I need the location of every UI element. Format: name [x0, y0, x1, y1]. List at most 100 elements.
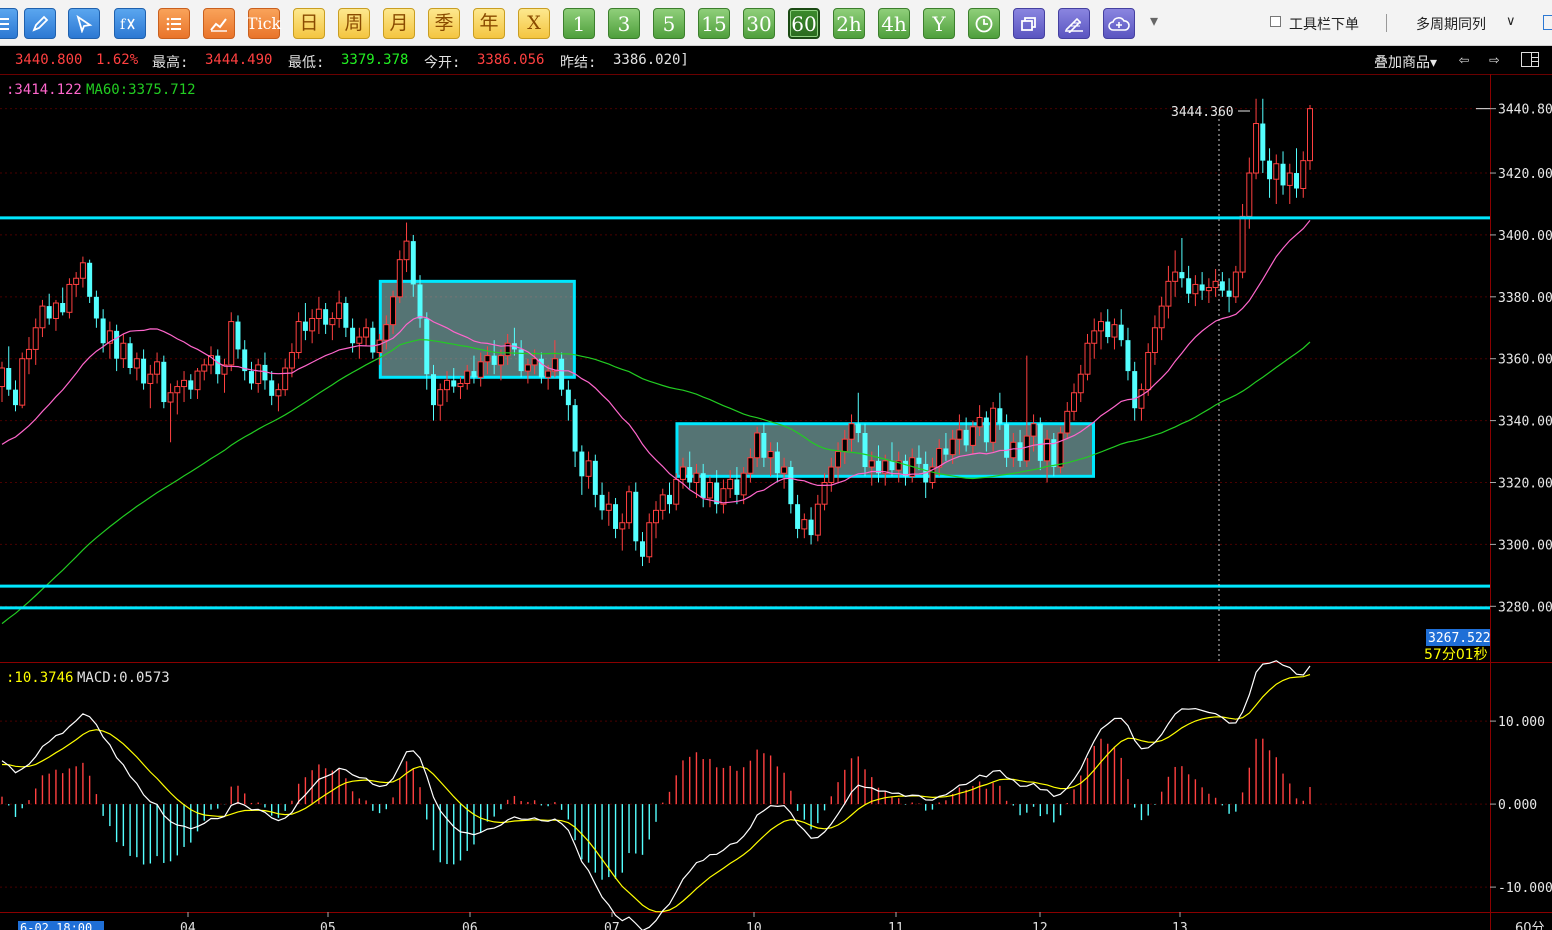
macd-tick-label: 0.000: [1498, 798, 1537, 813]
candle: [1172, 250, 1179, 297]
candle: [174, 380, 181, 415]
toolbar-button-15[interactable]: 15: [698, 8, 730, 39]
candle: [403, 222, 410, 273]
menu-list-button[interactable]: [0, 8, 18, 39]
chart-grid: [0, 108, 1490, 607]
bar-countdown: 57分01秒: [1424, 647, 1488, 663]
window-stack-icon: [1019, 15, 1039, 33]
cursor-button[interactable]: [68, 8, 100, 39]
candle: [808, 507, 814, 545]
candle: [572, 398, 578, 468]
toolbar-button-X[interactable]: X: [518, 8, 550, 39]
candle: [1097, 312, 1104, 350]
toolbar-button-2h[interactable]: 2h: [833, 8, 865, 39]
candle: [66, 278, 73, 319]
toolbar-edge-icon[interactable]: [1543, 15, 1552, 30]
pencil-button[interactable]: [24, 8, 56, 39]
candle: [1307, 104, 1313, 170]
toolbar-button-月[interactable]: 月: [383, 8, 415, 39]
candle: [1260, 98, 1266, 174]
list-button[interactable]: [158, 8, 190, 39]
multi-period-dropdown-icon[interactable]: ∨: [1506, 14, 1516, 29]
toolbar-button-年[interactable]: 年: [473, 8, 505, 39]
toolbar-more-dropdown[interactable]: ▾: [1150, 11, 1158, 30]
toolbar-button-5[interactable]: 5: [653, 8, 685, 39]
candle: [788, 460, 794, 514]
toolbar-button-label: 5: [662, 11, 676, 36]
draw-tool-button[interactable]: [1058, 8, 1090, 39]
candle: [659, 488, 666, 520]
toolbar-button-label: 年: [479, 12, 499, 34]
candle: [343, 296, 349, 338]
kline-chart[interactable]: 10.000 0.000 -10.000 3440.80 3420.00 3400.00…: [0, 74, 1552, 930]
candle: [12, 380, 18, 412]
candle: [93, 290, 99, 328]
prev-close-value: 3386.020]: [613, 52, 689, 68]
panel-layout-icon[interactable]: [1521, 52, 1539, 67]
candle: [370, 321, 376, 359]
multi-period-selector[interactable]: 多周期同列: [1416, 14, 1486, 34]
toolbar-button-60[interactable]: 60: [788, 8, 820, 39]
order-toolbar-checkbox[interactable]: [1270, 16, 1281, 27]
candle: [619, 513, 626, 551]
candle: [87, 259, 93, 304]
chart-top-border: [0, 74, 1552, 75]
high-annotation: 3444.360: [1171, 105, 1234, 120]
nav-right-icon[interactable]: ⇨: [1489, 50, 1499, 70]
candle: [215, 349, 221, 384]
candle: [1151, 315, 1158, 365]
horizontal-level-lines[interactable]: [0, 216, 1490, 610]
candle: [1239, 203, 1246, 279]
candle: [315, 296, 322, 334]
candle: [1118, 309, 1124, 347]
candle: [208, 346, 215, 375]
candle: [269, 371, 275, 406]
candle: [585, 451, 592, 489]
candle: [167, 383, 174, 443]
window-stack-button[interactable]: [1013, 8, 1045, 39]
candle: [1226, 278, 1232, 313]
overlay-symbol-button[interactable]: 叠加商品▾: [1374, 52, 1437, 72]
toolbar-button-周[interactable]: 周: [338, 8, 370, 39]
candle: [356, 327, 363, 359]
draw-tool-icon: [1063, 15, 1085, 33]
time-tick-label: 05: [320, 921, 336, 930]
macd-legend: MACD:0.0573: [77, 670, 170, 686]
nav-left-icon[interactable]: ⇦: [1459, 50, 1469, 70]
candle: [706, 476, 713, 508]
time-tick-label: 12: [1032, 921, 1048, 930]
toolbar-button-30[interactable]: 30: [743, 8, 775, 39]
svg-text:f: f: [120, 17, 127, 33]
candle: [801, 513, 808, 539]
high-value: 3444.490: [205, 52, 273, 68]
toolbar-button-1[interactable]: 1: [563, 8, 595, 39]
cloud-add-button[interactable]: [1103, 8, 1135, 39]
toolbar-button-4h[interactable]: 4h: [878, 8, 910, 39]
clock-button[interactable]: [968, 8, 1000, 39]
candle: [592, 454, 598, 508]
candle: [161, 355, 167, 409]
trend-chart-button[interactable]: [203, 8, 235, 39]
candle: [1023, 355, 1030, 468]
consolidation-zone-1[interactable]: [378, 279, 576, 379]
ma60-legend: MA60:3375.712: [86, 82, 196, 98]
fx-formula-icon: f: [119, 15, 141, 33]
candle: [181, 371, 188, 403]
candle: [248, 361, 254, 390]
candle: [363, 318, 370, 347]
moving-average-lines: [1, 220, 1311, 625]
candle: [1071, 383, 1078, 421]
candle: [1192, 275, 1199, 307]
toolbar-button-Y[interactable]: Y: [923, 8, 955, 39]
candle: [73, 272, 80, 297]
candle: [653, 501, 659, 539]
toolbar-button-Tick[interactable]: Tick: [247, 8, 281, 39]
candle: [221, 358, 228, 393]
order-toolbar-label[interactable]: 工具栏下单: [1289, 14, 1359, 34]
toolbar-button-3[interactable]: 3: [608, 8, 640, 39]
toolbar-button-日[interactable]: 日: [293, 8, 325, 39]
toolbar-button-季[interactable]: 季: [428, 8, 460, 39]
fx-formula-button[interactable]: f: [114, 8, 146, 39]
time-axis-border: [0, 912, 1552, 913]
candle: [52, 299, 59, 331]
